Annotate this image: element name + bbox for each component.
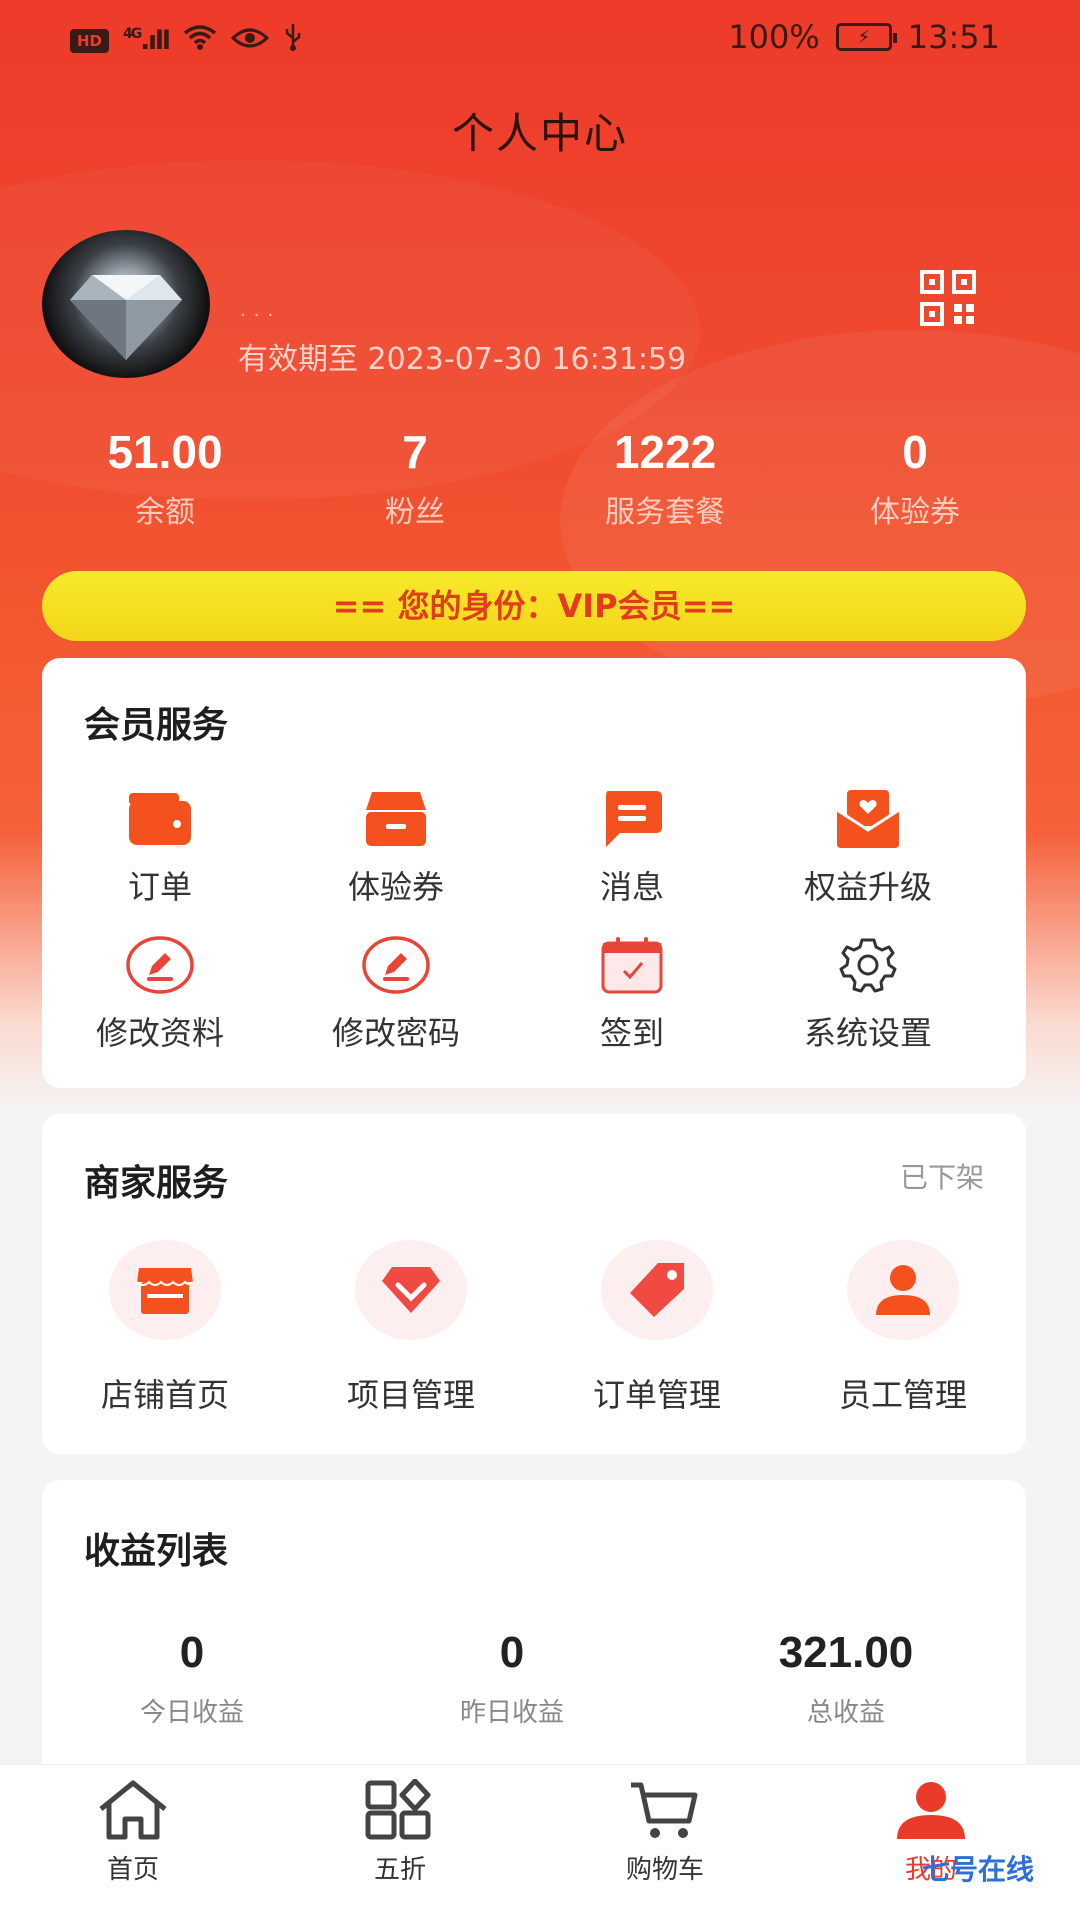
service-vouchers[interactable]: 体验券 (278, 784, 514, 908)
nav-home[interactable]: 首页 (58, 1779, 208, 1886)
earning-value: 0 (499, 1628, 525, 1677)
stat-label: 服务套餐 (605, 495, 725, 530)
stat-value: 1222 (613, 426, 717, 478)
apps-icon (325, 1778, 475, 1845)
stat-value: 0 (902, 426, 928, 478)
clock: 13:51 (907, 18, 1000, 56)
section-title: 会员服务 (84, 705, 229, 746)
service-settings[interactable]: 系统设置 (750, 930, 986, 1054)
earning-label: 总收益 (806, 1698, 885, 1728)
user-icon (856, 1779, 1006, 1845)
service-label: 消息 (599, 868, 664, 906)
section-title: 商家服务 (84, 1163, 229, 1204)
merchant-store-home[interactable]: 店铺首页 (42, 1240, 288, 1416)
earning-total: 321.00 总收益 (696, 1628, 996, 1729)
service-label: 订单 (127, 868, 192, 906)
service-upgrade[interactable]: 权益升级 (750, 784, 986, 908)
earning-yesterday: 0 昨日收益 (362, 1628, 662, 1729)
service-label: 修改密码 (331, 1014, 460, 1052)
service-label: 权益升级 (803, 868, 932, 906)
service-label: 修改资料 (95, 1014, 224, 1052)
diamond-icon (355, 1240, 467, 1340)
stat-label: 体验券 (870, 495, 960, 530)
stat-service-packages[interactable]: 1222 服务套餐 (540, 425, 790, 531)
edit-profile-icon (42, 930, 278, 1000)
wallet-icon (42, 784, 278, 854)
bottom-nav: 首页 五折 购物车 我的 (0, 1764, 1080, 1920)
stat-value: 7 (402, 426, 428, 478)
envelope-heart-icon (750, 784, 986, 854)
nav-discount[interactable]: 五折 (325, 1778, 475, 1886)
service-edit-profile[interactable]: 修改资料 (42, 930, 278, 1054)
stat-label: 粉丝 (385, 495, 445, 530)
service-messages[interactable]: 消息 (514, 784, 750, 908)
merchant-label: 店铺首页 (100, 1376, 229, 1414)
stat-label: 余额 (135, 495, 195, 530)
cart-icon (590, 1779, 740, 1845)
cellular-signal-icon: 4G.ıll (123, 25, 171, 56)
merchant-staff-management[interactable]: 员工管理 (780, 1240, 1026, 1416)
merchant-label: 项目管理 (346, 1376, 475, 1414)
edit-password-icon (278, 930, 514, 1000)
nav-label: 五折 (373, 1855, 426, 1885)
account-stats: 51.00 余额 7 粉丝 1222 服务套餐 0 体验券 (40, 425, 1040, 531)
home-icon (58, 1779, 208, 1845)
earning-today: 0 今日收益 (42, 1628, 342, 1729)
earning-label: 今日收益 (139, 1698, 244, 1728)
box-icon (278, 784, 514, 854)
store-icon (109, 1240, 221, 1340)
service-label: 签到 (599, 1014, 664, 1052)
calendar-check-icon (514, 930, 750, 1000)
nav-label: 首页 (106, 1855, 159, 1885)
hd-icon: HD (70, 28, 110, 53)
earning-value: 0 (179, 1628, 205, 1677)
battery-percent: 100% (728, 18, 820, 56)
service-label: 体验券 (347, 868, 444, 906)
merchant-services-card: 商家服务 已下架 店铺首页 项目管理 订单管理 员工管理 (42, 1114, 1026, 1454)
gear-icon (750, 930, 986, 1000)
avatar[interactable] (42, 230, 210, 378)
qr-code-icon[interactable] (920, 270, 976, 326)
eye-icon (230, 24, 270, 57)
earnings-card: 收益列表 0 今日收益 0 昨日收益 321.00 总收益 (42, 1480, 1026, 1780)
stat-vouchers[interactable]: 0 体验券 (790, 425, 1040, 531)
username: ... (240, 300, 282, 321)
member-services-card: 会员服务 订单 体验券 消息 权益升级 修改资料 修改密码 签到 系统设置 (42, 658, 1026, 1088)
membership-validity: 有效期至 2023-07-30 16:31:59 (238, 342, 687, 377)
section-title: 收益列表 (84, 1531, 229, 1572)
merchant-project-management[interactable]: 项目管理 (288, 1240, 534, 1416)
earning-value: 321.00 (778, 1628, 914, 1677)
wifi-icon (183, 23, 217, 58)
message-icon (514, 784, 750, 854)
nav-cart[interactable]: 购物车 (590, 1779, 740, 1886)
stat-value: 51.00 (107, 426, 223, 478)
service-check-in[interactable]: 签到 (514, 930, 750, 1054)
stat-fans[interactable]: 7 粉丝 (290, 425, 540, 531)
service-orders[interactable]: 订单 (42, 784, 278, 908)
person-icon (847, 1240, 959, 1340)
usb-icon (283, 22, 303, 59)
merchant-order-management[interactable]: 订单管理 (534, 1240, 780, 1416)
merchant-label: 员工管理 (838, 1376, 967, 1414)
nav-label: 购物车 (625, 1855, 704, 1885)
vip-status-banner: == 您的身份：VIP会员== (42, 571, 1026, 641)
earning-label: 昨日收益 (459, 1698, 564, 1728)
watermark: 七号在线 (922, 1853, 1035, 1886)
merchant-status: 已下架 (899, 1161, 984, 1194)
page-title: 个人中心 (451, 109, 628, 158)
service-label: 系统设置 (803, 1014, 932, 1052)
stat-balance[interactable]: 51.00 余额 (40, 425, 290, 531)
battery-icon: ⚡ (835, 23, 897, 51)
status-bar: HD 4G.ıll 100% ⚡ 13:51 (0, 0, 1080, 80)
merchant-label: 订单管理 (592, 1376, 721, 1414)
service-change-password[interactable]: 修改密码 (278, 930, 514, 1054)
tag-icon (601, 1240, 713, 1340)
